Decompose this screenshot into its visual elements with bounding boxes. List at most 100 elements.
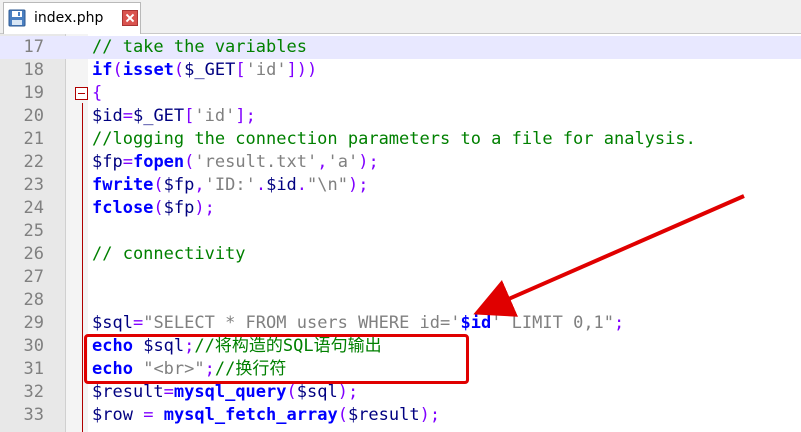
code-token: 'id' <box>245 60 287 80</box>
code-token: 'ID:' <box>204 175 256 195</box>
code-token: ' LIMIT 0,1" <box>491 313 615 333</box>
code-line[interactable]: 33 $row = mysql_fetch_array($result); <box>0 404 801 427</box>
code-token: // take the variables <box>92 37 307 57</box>
code-line[interactable]: 17 // take the variables <box>0 36 801 59</box>
tab-index-php[interactable]: index.php <box>3 2 141 34</box>
code-token: = <box>122 106 133 126</box>
code-line[interactable]: 22 $fp=fopen('result.txt','a'); <box>0 151 801 174</box>
tab-label: index.php <box>34 10 104 26</box>
code-line[interactable]: 29 $sql="SELECT * FROM users WHERE id='$i… <box>0 312 801 335</box>
code-text: $fp=fopen('result.txt','a'); <box>92 151 379 174</box>
code-line[interactable]: 19 { <box>0 82 801 105</box>
code-token: ( <box>184 152 195 172</box>
code-editor[interactable]: 17// take the variables 18 if(isset($_GET[… <box>0 34 801 432</box>
code-token: $fp <box>163 175 195 195</box>
code-token: ); <box>194 198 215 218</box>
code-token: ; <box>204 359 215 379</box>
line-number: 20 <box>23 106 44 126</box>
code-line[interactable]: 18 if(isset($_GET['id'])) <box>0 59 801 82</box>
code-line[interactable]: 25 <box>0 220 801 243</box>
code-token: , <box>317 152 328 172</box>
code-text: fwrite($fp,'ID:'.$id."\n"); <box>92 174 368 197</box>
code-token: "\n" <box>307 175 348 195</box>
code-text: { <box>92 82 102 105</box>
code-token: $sql <box>296 382 338 402</box>
code-line[interactable]: 20 $id=$_GET['id']; <box>0 105 801 128</box>
code-text: $sql="SELECT * FROM users WHERE id='$id'… <box>92 312 624 335</box>
line-number: 33 <box>23 405 44 425</box>
line-number: 26 <box>23 244 44 264</box>
code-token: $sql <box>143 336 185 356</box>
code-lines: 17// take the variables 18 if(isset($_GET[… <box>0 36 801 427</box>
code-token: mysql_query <box>173 382 287 402</box>
code-text: // connectivity <box>92 243 246 266</box>
code-line[interactable]: 32 $result=mysql_query($sql); <box>0 381 801 404</box>
code-line[interactable]: 30 echo $sql;//将构造的SQL语句输出 <box>0 335 801 358</box>
code-text: //logging the connection parameters to a… <box>92 128 696 151</box>
code-token: [ <box>184 106 195 126</box>
code-text: $id=$_GET['id']; <box>92 105 256 128</box>
save-disk-icon <box>8 9 26 27</box>
code-token: $result <box>92 382 164 402</box>
code-token: ]; <box>235 106 256 126</box>
code-token: //logging the connection parameters to a… <box>92 129 696 149</box>
code-token: , <box>194 175 205 195</box>
code-token: //换行符 <box>214 359 287 379</box>
code-text: fclose($fp); <box>92 197 215 220</box>
code-line[interactable]: 21 //logging the connection parameters to… <box>0 128 801 151</box>
code-token: ( <box>286 382 297 402</box>
code-token: $row <box>92 405 133 425</box>
code-text: if(isset($_GET['id'])) <box>92 59 317 82</box>
close-tab-icon[interactable] <box>122 10 138 26</box>
tab-bar: index.php <box>0 0 801 34</box>
code-token: $id <box>92 106 123 126</box>
code-token: ); <box>358 152 379 172</box>
line-number: 19 <box>23 83 44 103</box>
code-token: fwrite <box>92 175 154 195</box>
code-line[interactable]: 24 fclose($fp); <box>0 197 801 220</box>
code-token: $id <box>266 175 297 195</box>
code-token: ( <box>112 60 123 80</box>
code-text: $result=mysql_query($sql); <box>92 381 358 404</box>
line-number: 32 <box>23 382 44 402</box>
line-number: 23 <box>23 175 44 195</box>
code-token: { <box>92 83 103 103</box>
code-token: echo <box>92 359 133 379</box>
code-token: ( <box>153 198 164 218</box>
code-token: $fp <box>163 198 195 218</box>
code-token: $sql <box>92 313 133 333</box>
line-number: 18 <box>23 60 44 80</box>
code-token: ); <box>337 382 359 402</box>
code-token: 'result.txt' <box>194 152 318 172</box>
code-token: "<br>" <box>143 359 205 379</box>
code-token: $result <box>347 405 420 425</box>
line-number: 31 <box>23 359 44 379</box>
code-token: = <box>163 382 174 402</box>
code-text: $row = mysql_fetch_array($result); <box>92 404 440 427</box>
code-token: $fp <box>92 152 123 172</box>
line-number: 25 <box>23 221 44 241</box>
code-text: echo "<br>";//换行符 <box>92 358 286 381</box>
code-token: 'a' <box>327 152 359 172</box>
code-token: . <box>255 175 267 195</box>
line-number: 17 <box>23 37 44 57</box>
code-line[interactable]: 28 <box>0 289 801 312</box>
code-token: $_GET <box>132 106 185 126</box>
line-number: 21 <box>23 129 44 149</box>
code-token: ( <box>337 405 348 425</box>
code-token: "SELECT * FROM users WHERE id=' <box>143 313 461 333</box>
code-line[interactable]: 27 <box>0 266 801 289</box>
code-token: $_GET <box>184 60 236 80</box>
line-number: 28 <box>23 290 44 310</box>
code-token: //将构造的SQL语句输出 <box>194 336 382 356</box>
code-line[interactable]: 31 echo "<br>";//换行符 <box>0 358 801 381</box>
code-token: // connectivity <box>92 244 246 264</box>
code-line[interactable]: 26 // connectivity <box>0 243 801 266</box>
code-text: // take the variables <box>92 36 307 59</box>
code-token: = <box>132 313 144 333</box>
code-text: echo $sql;//将构造的SQL语句输出 <box>92 335 382 358</box>
code-line[interactable]: 23 fwrite($fp,'ID:'.$id."\n"); <box>0 174 801 197</box>
